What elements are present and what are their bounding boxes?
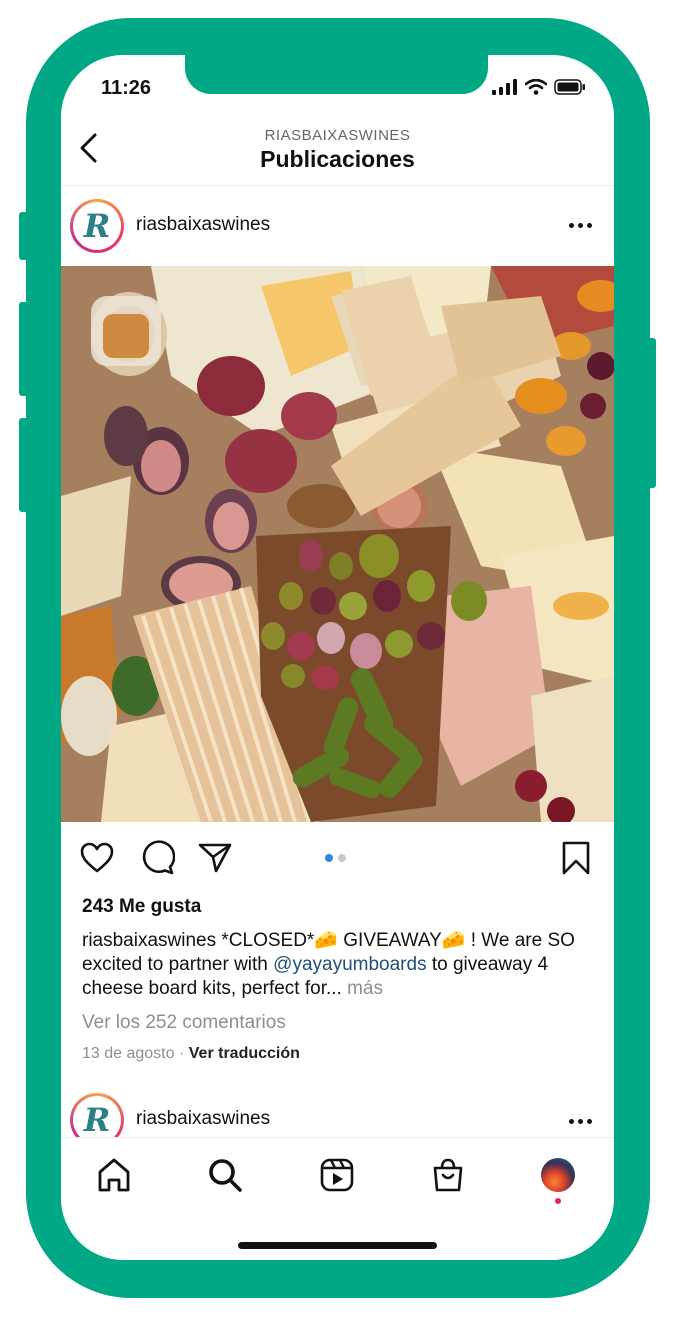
post-meta: 13 de agosto · Ver traducción [82, 1045, 300, 1063]
status-icons [492, 79, 586, 95]
next-post-avatar-logo-mark: R [83, 1101, 111, 1139]
caption-username[interactable]: riasbaixaswines [82, 930, 216, 951]
phone-volume-down [19, 418, 31, 512]
bookmark-icon[interactable] [558, 840, 594, 876]
post-image[interactable] [61, 266, 614, 822]
status-time: 11:26 [101, 77, 152, 99]
likes-count[interactable]: 243 Me gusta [82, 896, 201, 918]
post-username[interactable]: riasbaixaswines [136, 214, 270, 236]
shop-icon[interactable] [429, 1156, 467, 1194]
carousel-dot-active [325, 854, 333, 862]
phone-volume-up [19, 302, 31, 396]
caption-mention[interactable]: @yayayumboards [273, 954, 426, 975]
comment-icon[interactable] [139, 840, 175, 876]
phone-notch [185, 55, 488, 94]
carousel-dot [338, 854, 346, 862]
search-icon[interactable] [206, 1156, 244, 1194]
wifi-icon [525, 79, 547, 95]
post-caption: riasbaixaswines *CLOSED*🧀 GIVEAWAY🧀 ! We… [82, 929, 592, 1001]
post-actions [61, 822, 614, 892]
avatar-logo-mark: R [83, 207, 111, 245]
profile-notification-dot [555, 1198, 561, 1204]
phone-power-button [644, 338, 656, 488]
carousel-indicator [325, 854, 346, 862]
header-account-name: RIASBAIXASWINES [264, 127, 411, 144]
post-header: R riasbaixaswines [61, 185, 614, 265]
profile-avatar[interactable] [541, 1158, 575, 1192]
signal-icon [492, 79, 517, 95]
honey-jar [91, 296, 161, 366]
avatar[interactable]: R [70, 199, 124, 253]
share-icon[interactable] [197, 840, 233, 876]
next-post-header: R riasbaixaswines [61, 1085, 614, 1147]
phone-screen: 11:26 RIASBAIXASWINES Publicaciones R ri… [61, 55, 614, 1260]
next-post-username[interactable]: riasbaixaswines [136, 1108, 270, 1130]
avatar-logo: R [73, 202, 121, 250]
battery-icon [554, 79, 585, 95]
reels-icon[interactable] [318, 1156, 356, 1194]
posts-header: RIASBAIXASWINES Publicaciones [61, 113, 614, 186]
heart-icon[interactable] [79, 840, 115, 876]
home-icon[interactable] [95, 1156, 133, 1194]
more-options-icon[interactable] [569, 223, 592, 228]
cheese-board-photo [61, 266, 614, 822]
more-link[interactable]: más [347, 978, 383, 999]
translate-link[interactable]: Ver traducción [189, 1045, 300, 1062]
post-date: 13 de agosto [82, 1045, 175, 1062]
next-post-more-icon[interactable] [569, 1119, 592, 1124]
page-title: Publicaciones [260, 146, 415, 172]
home-indicator[interactable] [238, 1242, 437, 1249]
phone-mute-switch [19, 212, 31, 260]
meta-separator: · [178, 1045, 189, 1062]
view-comments-link[interactable]: Ver los 252 comentarios [82, 1012, 286, 1034]
